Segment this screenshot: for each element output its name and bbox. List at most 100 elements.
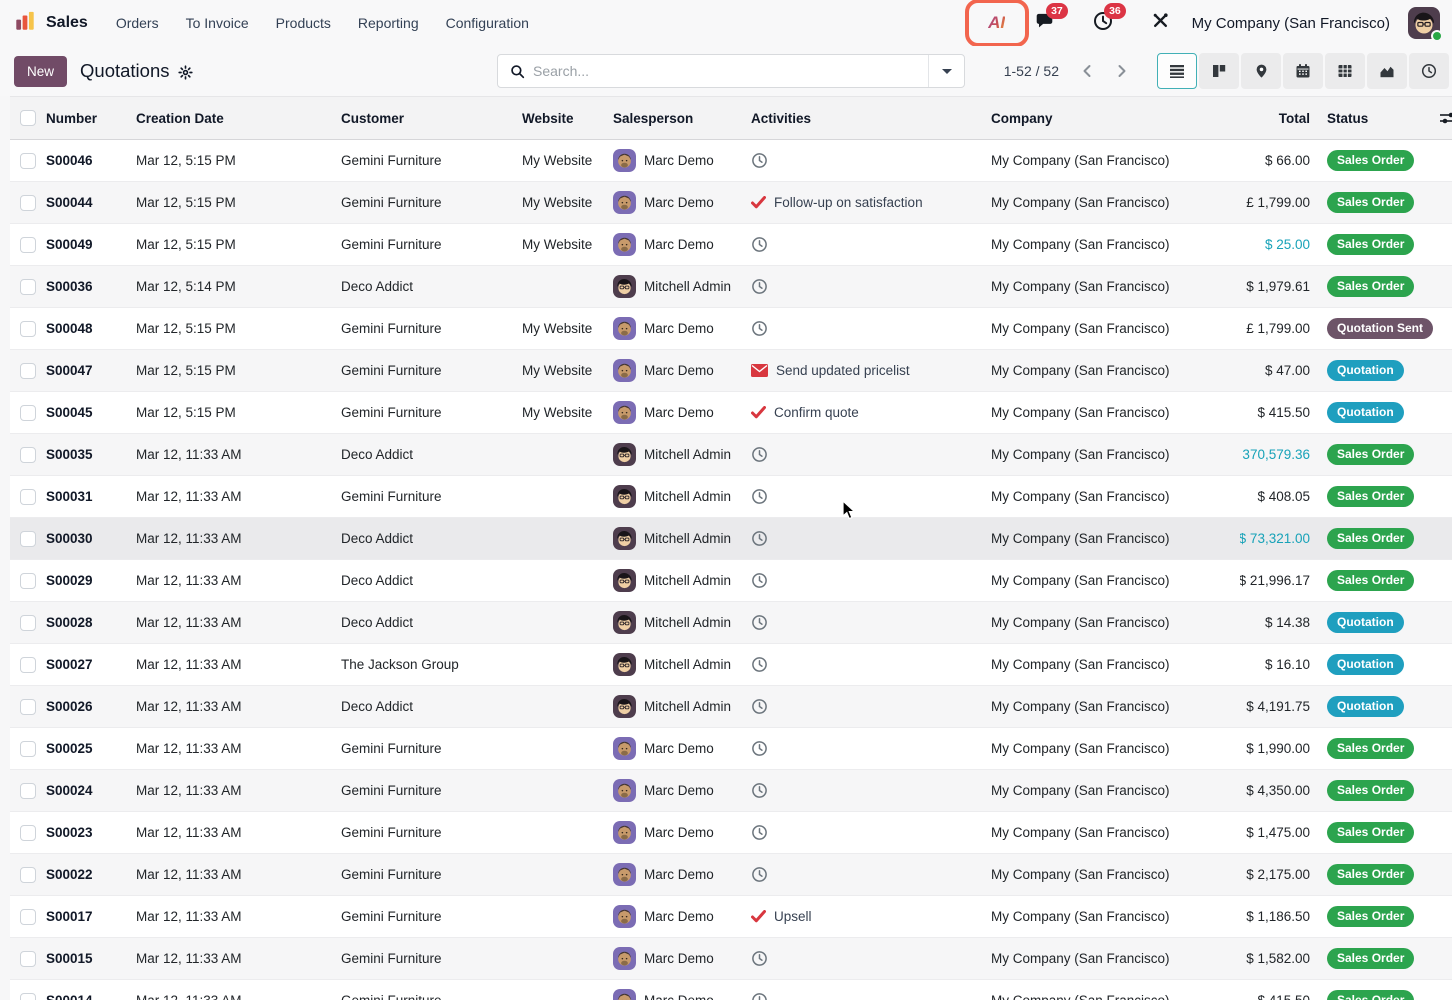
row-checkbox[interactable] xyxy=(10,434,46,475)
table-row[interactable]: S00035Mar 12, 11:33 AMDeco AddictMitchel… xyxy=(10,434,1452,476)
row-checkbox[interactable] xyxy=(10,266,46,307)
view-activity-button[interactable] xyxy=(1409,53,1449,89)
view-pivot-button[interactable] xyxy=(1325,53,1365,89)
row-activity[interactable] xyxy=(751,770,991,811)
debug-tools-button[interactable] xyxy=(1148,10,1174,36)
search-bar[interactable] xyxy=(497,54,965,88)
nav-menu-configuration[interactable]: Configuration xyxy=(446,15,529,31)
view-graph-button[interactable] xyxy=(1367,53,1407,89)
row-activity[interactable] xyxy=(751,812,991,853)
activity-clock-icon[interactable] xyxy=(751,614,768,631)
row-checkbox[interactable] xyxy=(10,140,46,181)
row-activity[interactable] xyxy=(751,140,991,181)
optional-columns-icon[interactable] xyxy=(1440,110,1452,126)
nav-menu-reporting[interactable]: Reporting xyxy=(358,15,419,31)
activity-clock-icon[interactable] xyxy=(751,278,768,295)
row-checkbox[interactable] xyxy=(10,980,46,1000)
row-checkbox[interactable] xyxy=(10,686,46,727)
table-row[interactable]: S00048Mar 12, 5:15 PMGemini FurnitureMy … xyxy=(10,308,1452,350)
table-row[interactable]: S00046Mar 12, 5:15 PMGemini FurnitureMy … xyxy=(10,140,1452,182)
row-activity[interactable] xyxy=(751,854,991,895)
row-activity[interactable] xyxy=(751,686,991,727)
row-checkbox[interactable] xyxy=(10,518,46,559)
search-input[interactable] xyxy=(533,63,928,79)
row-checkbox[interactable] xyxy=(10,476,46,517)
activity-clock-icon[interactable] xyxy=(751,866,768,883)
header-total[interactable]: Total xyxy=(1240,97,1318,139)
table-row[interactable]: S00031Mar 12, 11:33 AMGemini FurnitureMi… xyxy=(10,476,1452,518)
header-status[interactable]: Status xyxy=(1318,97,1434,139)
activity-clock-icon[interactable] xyxy=(751,782,768,799)
table-row[interactable]: S00024Mar 12, 11:33 AMGemini FurnitureMa… xyxy=(10,770,1452,812)
view-calendar-button[interactable] xyxy=(1283,53,1323,89)
table-row[interactable]: S00036Mar 12, 5:14 PMDeco AddictMitchell… xyxy=(10,266,1452,308)
row-checkbox[interactable] xyxy=(10,392,46,433)
row-activity[interactable] xyxy=(751,644,991,685)
row-activity[interactable] xyxy=(751,266,991,307)
app-name[interactable]: Sales xyxy=(46,14,88,32)
activity-clock-icon[interactable] xyxy=(751,740,768,757)
activity-clock-icon[interactable] xyxy=(751,446,768,463)
new-button[interactable]: New xyxy=(14,56,67,87)
activity-check-icon[interactable] xyxy=(751,196,766,209)
row-checkbox[interactable] xyxy=(10,602,46,643)
header-activities[interactable]: Activities xyxy=(751,97,991,139)
activity-clock-icon[interactable] xyxy=(751,572,768,589)
table-row[interactable]: S00015Mar 12, 11:33 AMGemini FurnitureMa… xyxy=(10,938,1452,980)
row-checkbox[interactable] xyxy=(10,854,46,895)
row-activity[interactable]: Confirm quote xyxy=(751,392,991,433)
search-filters-dropdown-button[interactable] xyxy=(928,55,964,87)
row-activity[interactable] xyxy=(751,224,991,265)
activity-clock-icon[interactable] xyxy=(751,698,768,715)
table-row[interactable]: S00028Mar 12, 11:33 AMDeco AddictMitchel… xyxy=(10,602,1452,644)
activity-clock-icon[interactable] xyxy=(751,236,768,253)
activity-check-icon[interactable] xyxy=(751,406,766,419)
header-number[interactable]: Number xyxy=(46,97,136,139)
row-activity[interactable]: Upsell xyxy=(751,896,991,937)
row-checkbox[interactable] xyxy=(10,644,46,685)
row-activity[interactable]: Follow-up on satisfaction xyxy=(751,182,991,223)
row-activity[interactable] xyxy=(751,476,991,517)
row-checkbox[interactable] xyxy=(10,938,46,979)
user-menu-avatar[interactable] xyxy=(1408,7,1440,39)
row-checkbox[interactable] xyxy=(10,224,46,265)
table-row[interactable]: S00014Mar 12, 11:33 AMGemini FurnitureMa… xyxy=(10,980,1452,1000)
view-kanban-button[interactable] xyxy=(1199,53,1239,89)
activities-button[interactable]: 36 xyxy=(1090,10,1116,36)
header-salesperson[interactable]: Salesperson xyxy=(613,97,751,139)
activity-check-icon[interactable] xyxy=(751,910,766,923)
table-row[interactable]: S00017Mar 12, 11:33 AMGemini FurnitureMa… xyxy=(10,896,1452,938)
activity-clock-icon[interactable] xyxy=(751,152,768,169)
table-row[interactable]: S00025Mar 12, 11:33 AMGemini FurnitureMa… xyxy=(10,728,1452,770)
activity-mail-icon[interactable] xyxy=(751,364,768,377)
row-activity[interactable] xyxy=(751,938,991,979)
table-row[interactable]: S00047Mar 12, 5:15 PMGemini FurnitureMy … xyxy=(10,350,1452,392)
row-checkbox[interactable] xyxy=(10,182,46,223)
row-checkbox[interactable] xyxy=(10,350,46,391)
row-activity[interactable] xyxy=(751,308,991,349)
row-checkbox[interactable] xyxy=(10,896,46,937)
table-row[interactable]: S00023Mar 12, 11:33 AMGemini FurnitureMa… xyxy=(10,812,1452,854)
table-row[interactable]: S00030Mar 12, 11:33 AMDeco AddictMitchel… xyxy=(10,518,1452,560)
table-row[interactable]: S00049Mar 12, 5:15 PMGemini FurnitureMy … xyxy=(10,224,1452,266)
header-creation-date[interactable]: Creation Date xyxy=(136,97,341,139)
header-website[interactable]: Website xyxy=(522,97,613,139)
table-row[interactable]: S00027Mar 12, 11:33 AMThe Jackson GroupM… xyxy=(10,644,1452,686)
nav-menu-to-invoice[interactable]: To Invoice xyxy=(186,15,249,31)
select-all-checkbox[interactable] xyxy=(10,97,46,139)
header-company[interactable]: Company xyxy=(991,97,1240,139)
row-checkbox[interactable] xyxy=(10,308,46,349)
activity-clock-icon[interactable] xyxy=(751,530,768,547)
row-checkbox[interactable] xyxy=(10,560,46,601)
activity-clock-icon[interactable] xyxy=(751,824,768,841)
nav-menu-products[interactable]: Products xyxy=(276,15,331,31)
view-map-button[interactable] xyxy=(1241,53,1281,89)
row-activity[interactable] xyxy=(751,518,991,559)
table-row[interactable]: S00045Mar 12, 5:15 PMGemini FurnitureMy … xyxy=(10,392,1452,434)
nav-menu-orders[interactable]: Orders xyxy=(116,15,159,31)
ai-assistant-button[interactable]: AI xyxy=(980,10,1014,36)
row-activity[interactable] xyxy=(751,980,991,1000)
view-list-button[interactable] xyxy=(1157,53,1197,89)
table-row[interactable]: S00044Mar 12, 5:15 PMGemini FurnitureMy … xyxy=(10,182,1452,224)
row-activity[interactable] xyxy=(751,602,991,643)
